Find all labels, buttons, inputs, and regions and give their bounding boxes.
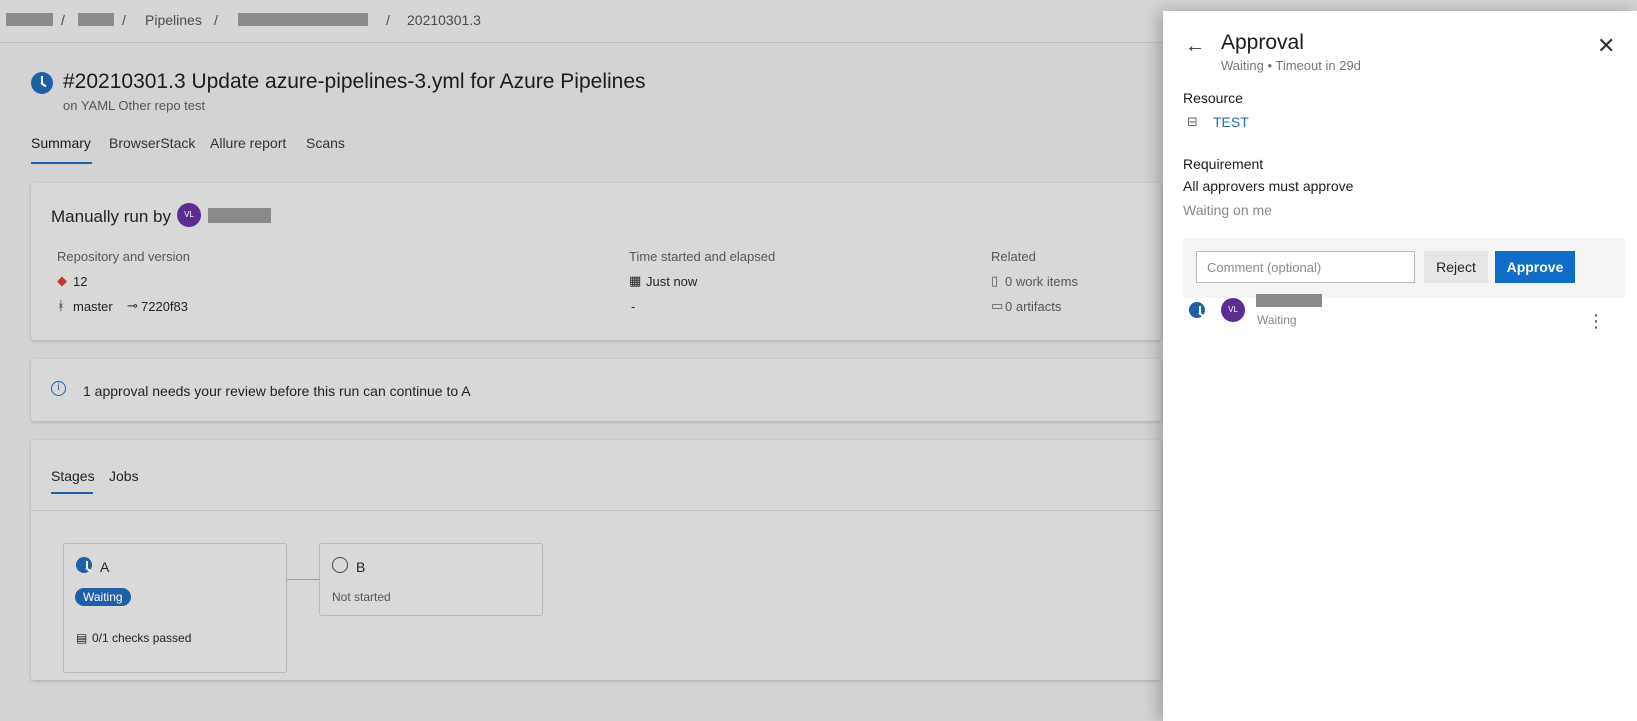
branch-name[interactable]: master — [73, 299, 113, 314]
info-icon: i — [51, 381, 66, 396]
run-title: #20210301.3 Update azure-pipelines-3.yml… — [63, 70, 646, 93]
approval-panel: ← Approval Waiting • Timeout in 29d ✕ Re… — [1163, 11, 1637, 721]
back-arrow-icon[interactable]: ← — [1185, 35, 1205, 58]
tab-allure-report[interactable]: Allure report — [210, 135, 286, 151]
related-label: Related — [991, 249, 1036, 264]
stage-b-status: Not started — [332, 590, 391, 604]
artifacts-link[interactable]: 0 artifacts — [1005, 299, 1061, 314]
breadcrumb-redacted-pipeline[interactable] — [238, 13, 368, 26]
approve-button[interactable]: Approve — [1495, 251, 1575, 283]
requirement-header: Requirement — [1183, 156, 1264, 172]
stages-tab-underline — [51, 492, 93, 494]
divider — [31, 510, 1161, 511]
comment-input[interactable] — [1196, 251, 1415, 283]
stage-b[interactable]: B Not started — [319, 543, 543, 616]
breadcrumb-separator: / — [386, 12, 390, 28]
time-label: Time started and elapsed — [629, 249, 776, 264]
work-items-link[interactable]: 0 work items — [1005, 274, 1078, 289]
clipboard-icon: ▯ — [991, 273, 999, 288]
reject-button[interactable]: Reject — [1424, 251, 1488, 283]
redacted-approver-name — [1256, 294, 1322, 307]
breadcrumb-pipelines[interactable]: Pipelines — [145, 12, 202, 28]
artifact-icon: ▭ — [991, 298, 1004, 313]
breadcrumb-separator: / — [214, 12, 218, 28]
approver-status: Waiting — [1257, 313, 1297, 327]
stage-b-not-started-icon — [332, 557, 348, 573]
approver-status-clock-icon — [1189, 302, 1205, 318]
repository-label: Repository and version — [57, 249, 190, 264]
resource-link[interactable]: TEST — [1213, 114, 1249, 130]
stage-b-name: B — [356, 559, 366, 575]
repo-count[interactable]: 12 — [73, 274, 87, 289]
resource-header: Resource — [1183, 90, 1243, 106]
approval-action-bar: Reject Approve — [1183, 238, 1625, 298]
breadcrumb-redacted-project[interactable] — [78, 13, 114, 26]
commit-id[interactable]: 7220f83 — [141, 299, 188, 314]
stage-a-name: A — [100, 559, 110, 575]
panel-title: Approval — [1221, 31, 1304, 54]
stage-a[interactable]: A Waiting ▤ 0/1 checks passed — [63, 543, 287, 673]
tab-stages[interactable]: Stages — [51, 468, 95, 484]
stage-a-clock-icon — [76, 557, 92, 573]
stage-connector — [287, 579, 320, 580]
requirement-text: All approvers must approve — [1183, 178, 1354, 194]
checklist-icon: ▤ — [76, 631, 88, 645]
approval-info-banner: i 1 approval needs your review before th… — [31, 359, 1161, 421]
stage-a-status-badge: Waiting — [75, 588, 131, 606]
tab-summary[interactable]: Summary — [31, 135, 91, 151]
breadcrumb-separator: / — [61, 12, 65, 28]
run-subtitle: on YAML Other repo test — [63, 98, 206, 113]
run-status-clock-icon — [31, 72, 53, 94]
breadcrumb-redacted-org[interactable] — [6, 13, 53, 26]
tab-jobs[interactable]: Jobs — [109, 468, 139, 484]
repo-icon: ◆ — [57, 273, 67, 288]
manually-run-by-label: Manually run by — [51, 207, 172, 226]
elapsed-value: - — [631, 299, 636, 314]
stage-a-checks[interactable]: 0/1 checks passed — [92, 631, 191, 645]
info-banner-text: 1 approval needs your review before this… — [83, 383, 471, 399]
breadcrumb-run[interactable]: 20210301.3 — [407, 12, 481, 28]
environment-icon: ⊟ — [1187, 114, 1198, 129]
active-tab-indicator — [31, 162, 92, 164]
time-value: Just now — [646, 274, 698, 289]
avatar: VL — [177, 203, 201, 227]
tab-browserstack[interactable]: BrowserStack — [109, 135, 195, 151]
breadcrumb-separator: / — [122, 12, 126, 28]
close-icon[interactable]: ✕ — [1597, 33, 1615, 59]
panel-subtitle: Waiting • Timeout in 29d — [1221, 58, 1361, 73]
waiting-on-text: Waiting on me — [1183, 202, 1272, 218]
summary-card: Manually run by VL Repository and versio… — [31, 183, 1161, 340]
branch-icon: ᚼ — [57, 298, 65, 313]
approver-avatar: VL — [1221, 298, 1245, 322]
more-options-icon[interactable]: ⋮ — [1587, 311, 1605, 332]
tab-scans[interactable]: Scans — [306, 135, 345, 151]
calendar-icon: ▦ — [629, 273, 642, 288]
commit-icon: ⊸ — [127, 298, 138, 313]
stages-card: Stages Jobs A Waiting ▤ 0/1 checks passe… — [31, 440, 1161, 680]
redacted-username — [208, 208, 271, 223]
